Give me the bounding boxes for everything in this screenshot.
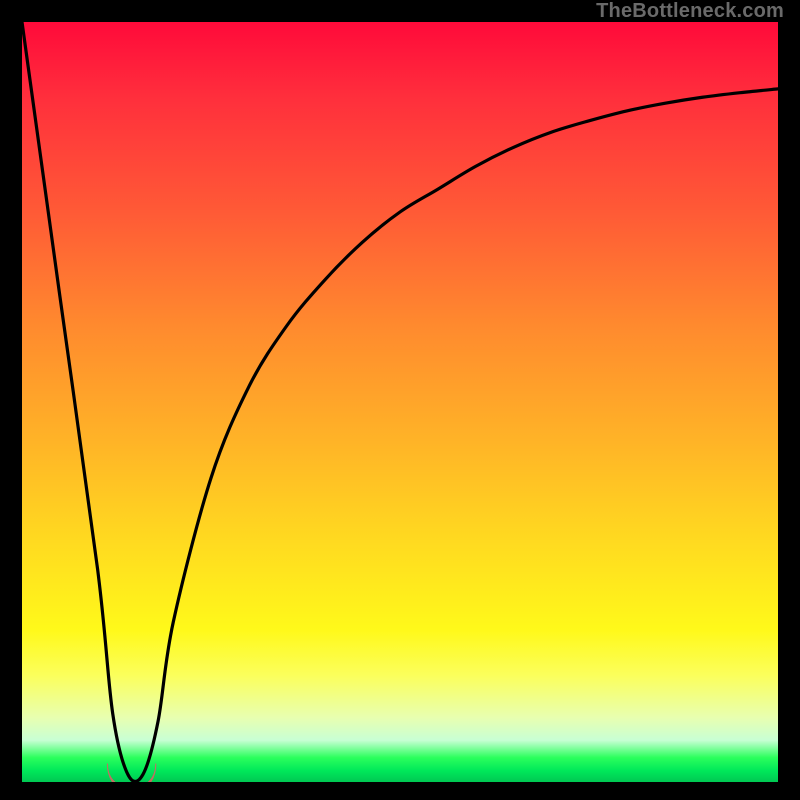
chart-frame: TheBottleneck.com (0, 0, 800, 800)
watermark-text: TheBottleneck.com (596, 0, 784, 23)
plot-area (22, 22, 778, 782)
